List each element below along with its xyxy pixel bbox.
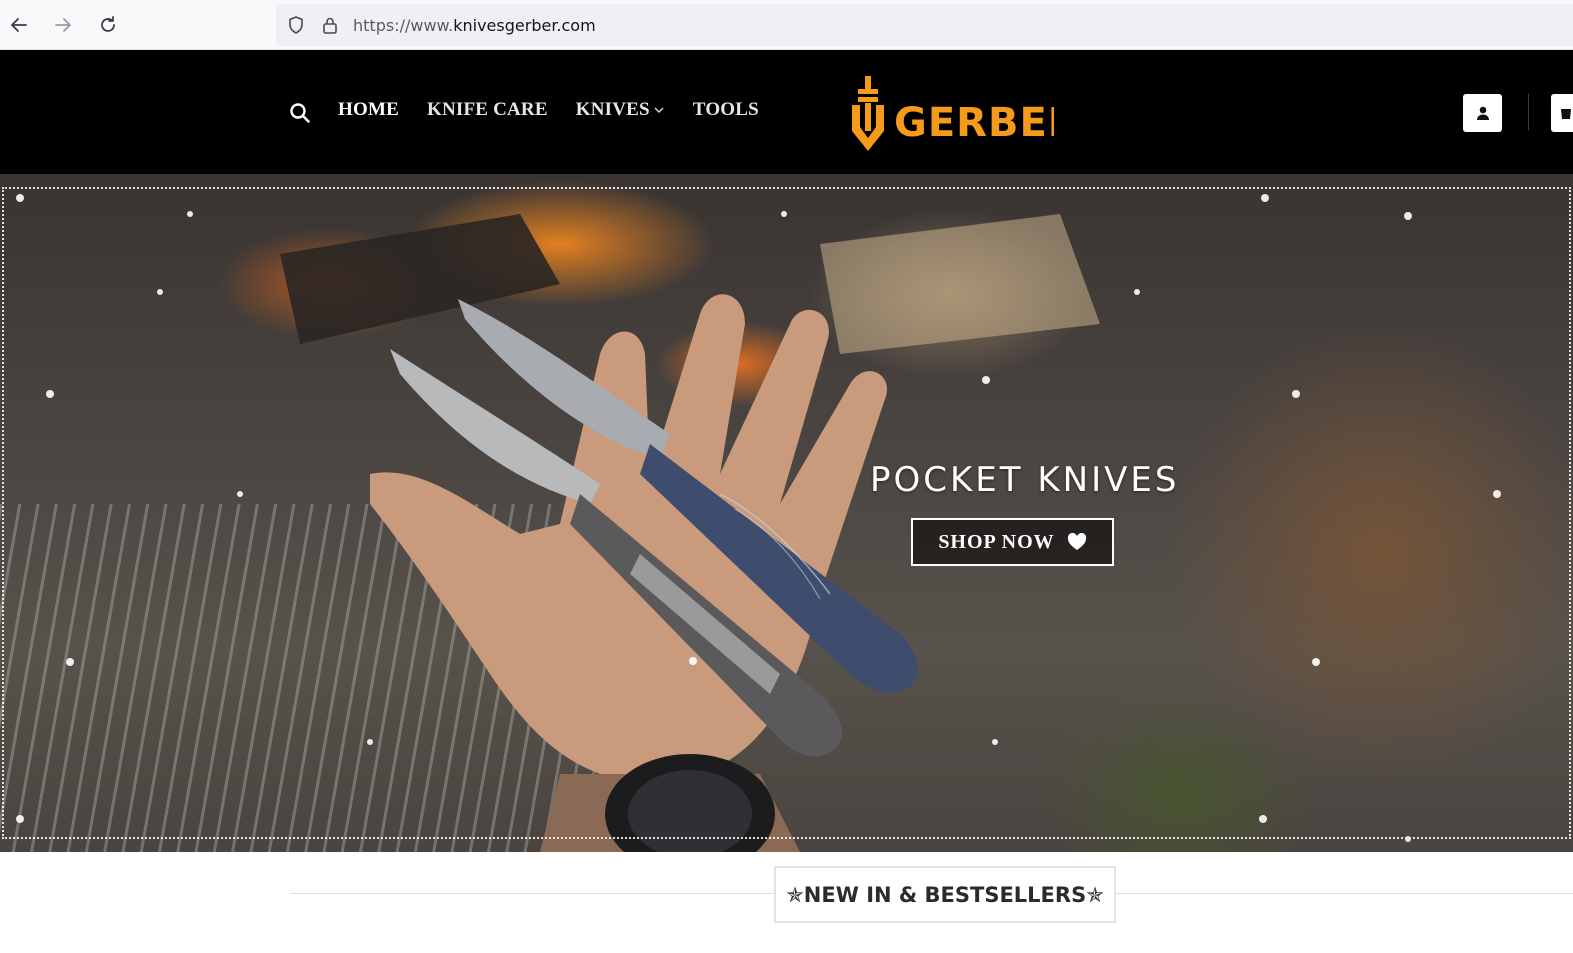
lock-icon[interactable] — [320, 15, 340, 35]
forward-button[interactable] — [48, 10, 78, 40]
browser-toolbar: https://www.knivesgerber.com — [0, 0, 1573, 50]
gerber-logo[interactable]: GERBER — [848, 75, 1054, 155]
nav-knives-label: KNIVES — [575, 99, 650, 120]
section-title: ✯NEW IN & BESTSELLERS✯ — [786, 882, 1104, 907]
account-button[interactable] — [1463, 94, 1502, 132]
back-button[interactable] — [4, 10, 34, 40]
nav-home[interactable]: HOME — [338, 99, 399, 121]
heart-icon — [1067, 533, 1086, 550]
gerber-emblem-icon — [852, 76, 884, 151]
shield-icon[interactable] — [286, 15, 306, 35]
reload-button[interactable] — [93, 10, 123, 40]
url-scheme: https://www. — [353, 16, 454, 35]
logo-text: GERBER — [894, 100, 1054, 146]
user-icon — [1476, 106, 1489, 120]
header-divider — [1528, 94, 1529, 130]
hero-title: POCKET KNIVES — [870, 460, 1180, 500]
url-host: knivesgerber.com — [453, 16, 596, 35]
arrow-left-icon — [11, 18, 27, 32]
cart-icon — [1561, 109, 1571, 119]
site-header: HOME KNIFE CARE KNIVES TOOLS GERBER — [0, 50, 1573, 174]
cart-button[interactable] — [1551, 94, 1573, 132]
arrow-right-icon — [55, 18, 71, 32]
address-bar[interactable]: https://www.knivesgerber.com — [276, 4, 1573, 46]
main-nav: HOME KNIFE CARE KNIVES TOOLS — [338, 99, 759, 121]
nav-knives[interactable]: KNIVES — [576, 99, 665, 121]
hero-knives-image — [16, 194, 1501, 852]
nav-knife-care[interactable]: KNIFE CARE — [427, 99, 548, 121]
hero-banner[interactable]: POCKET KNIVES SHOP NOW — [0, 174, 1573, 852]
url-text[interactable]: https://www.knivesgerber.com — [353, 16, 596, 35]
chevron-down-icon — [654, 107, 664, 113]
nav-tools[interactable]: TOOLS — [693, 99, 759, 121]
section-title-box: ✯NEW IN & BESTSELLERS✯ — [774, 866, 1116, 923]
search-icon[interactable] — [289, 102, 311, 124]
reload-icon — [101, 16, 115, 32]
shop-now-button[interactable]: SHOP NOW — [911, 518, 1114, 566]
shop-now-label: SHOP NOW — [938, 530, 1055, 553]
